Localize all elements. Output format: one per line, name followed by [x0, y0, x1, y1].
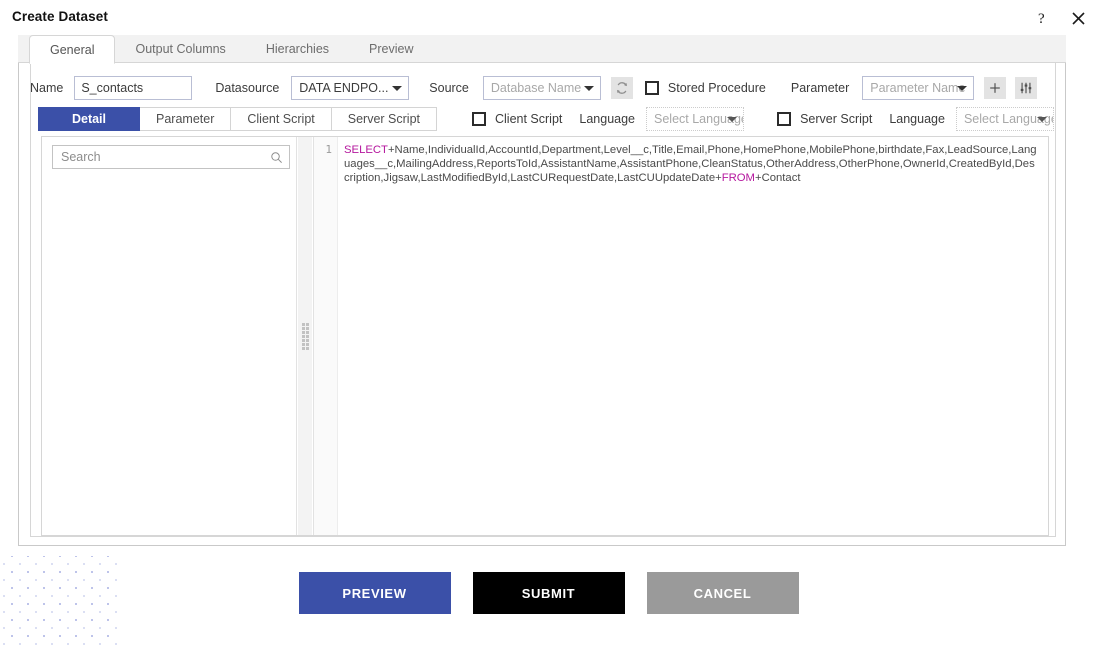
tab-general-label: General	[50, 42, 95, 57]
refresh-button[interactable]	[610, 77, 633, 99]
tab-output-columns[interactable]: Output Columns	[115, 35, 245, 63]
line-number-gutter: 1	[314, 137, 338, 535]
chevron-down-icon	[727, 117, 738, 122]
subtab-server-script[interactable]: Server Script	[331, 107, 437, 131]
question-mark-icon: ?	[1038, 11, 1045, 26]
detail-tab-row: Detail Parameter Client Script Server Sc…	[38, 107, 1054, 131]
content-background-mask-top	[0, 0, 1097, 40]
tab-output-columns-label: Output Columns	[135, 42, 226, 56]
source-label: Source	[429, 81, 469, 95]
page-title: Create Dataset	[12, 9, 108, 24]
tab-hierarchies[interactable]: Hierarchies	[246, 35, 349, 63]
search-box[interactable]	[52, 145, 290, 169]
search-input[interactable]	[59, 149, 270, 165]
server-script-label: Server Script	[800, 112, 873, 126]
line-number: 1	[325, 143, 332, 156]
page-background: Create Dataset ? General Output Columns …	[0, 0, 1097, 645]
dataset-settings-row: Name Datasource DATA ENDPO... Source Dat…	[30, 72, 1054, 104]
main-tab-strip: General Output Columns Hierarchies Previ…	[18, 35, 1066, 64]
editor-region: 1 SELECT+Name,IndividualId,AccountId,Dep…	[41, 136, 1049, 536]
sql-keyword-from: FROM	[721, 172, 755, 184]
refresh-icon	[616, 82, 627, 94]
pane-splitter[interactable]	[298, 137, 312, 535]
datasource-label: Datasource	[215, 81, 280, 95]
splitter-grip-icon	[301, 322, 309, 350]
search-icon[interactable]	[270, 151, 283, 164]
svg-text:?: ?	[1038, 11, 1045, 26]
help-icon[interactable]: ?	[1031, 6, 1055, 30]
client-language-label: Language	[579, 112, 636, 126]
subtab-parameter-label: Parameter	[156, 112, 215, 126]
name-input[interactable]	[74, 76, 193, 100]
stored-procedure-label: Stored Procedure	[667, 81, 766, 95]
subtab-parameter[interactable]: Parameter	[140, 107, 232, 131]
close-x-icon	[1071, 11, 1085, 25]
chevron-down-icon	[1036, 117, 1047, 122]
detail-subtabs: Detail Parameter Client Script Server Sc…	[38, 107, 437, 131]
chevron-down-icon	[583, 86, 594, 91]
sql-keyword-select: SELECT	[344, 144, 388, 156]
chevron-down-icon	[957, 86, 968, 91]
server-script-checkbox[interactable]	[777, 112, 792, 126]
submit-button[interactable]: SUBMIT	[472, 572, 625, 614]
sql-query-text[interactable]: SELECT+Name,IndividualId,AccountId,Depar…	[340, 137, 1046, 535]
subtab-client-script-label: Client Script	[247, 112, 315, 126]
tab-preview[interactable]: Preview	[349, 35, 433, 63]
parameter-label: Parameter	[790, 81, 850, 95]
tab-general[interactable]: General	[29, 35, 116, 64]
tab-hierarchies-label: Hierarchies	[265, 42, 330, 56]
server-language-label: Language	[889, 112, 945, 126]
datasource-select-value: DATA ENDPO...	[299, 81, 389, 95]
plus-icon	[990, 83, 1001, 93]
dialog-footer: PREVIEW SUBMIT CANCEL	[0, 572, 1097, 614]
stored-procedure-checkbox[interactable]	[644, 81, 659, 95]
cancel-button[interactable]: CANCEL	[646, 572, 799, 614]
client-language-select[interactable]: Select Language	[646, 107, 745, 131]
client-script-checkbox[interactable]	[472, 112, 486, 126]
add-parameter-button[interactable]	[984, 77, 1007, 99]
client-script-label: Client Script	[495, 112, 563, 126]
tab-preview-label: Preview	[369, 42, 414, 56]
sql-table: +Contact	[754, 172, 801, 184]
fields-panel	[42, 137, 297, 535]
subtab-detail[interactable]: Detail	[38, 107, 140, 131]
subtab-detail-label: Detail	[71, 112, 107, 126]
datasource-select[interactable]: DATA ENDPO...	[291, 76, 410, 100]
sliders-icon	[1020, 82, 1032, 94]
sql-editor[interactable]: 1 SELECT+Name,IndividualId,AccountId,Dep…	[313, 137, 1048, 535]
name-label: Name	[30, 81, 64, 95]
sql-columns: +Name,IndividualId,AccountId,Department,…	[344, 144, 1037, 184]
parameter-name-select[interactable]: Parameter Name	[862, 76, 975, 100]
parameter-name-select-value: Parameter Name	[870, 81, 966, 95]
parameter-settings-button[interactable]	[1015, 77, 1038, 99]
subtab-client-script[interactable]: Client Script	[231, 107, 332, 131]
chevron-down-icon	[392, 86, 403, 91]
preview-button[interactable]: PREVIEW	[298, 572, 451, 614]
server-language-select[interactable]: Select Language	[955, 107, 1054, 131]
source-select-value: Database Name	[490, 81, 582, 95]
source-select[interactable]: Database Name	[482, 76, 601, 100]
subtab-server-script-label: Server Script	[347, 112, 420, 126]
close-icon[interactable]	[1066, 6, 1090, 30]
